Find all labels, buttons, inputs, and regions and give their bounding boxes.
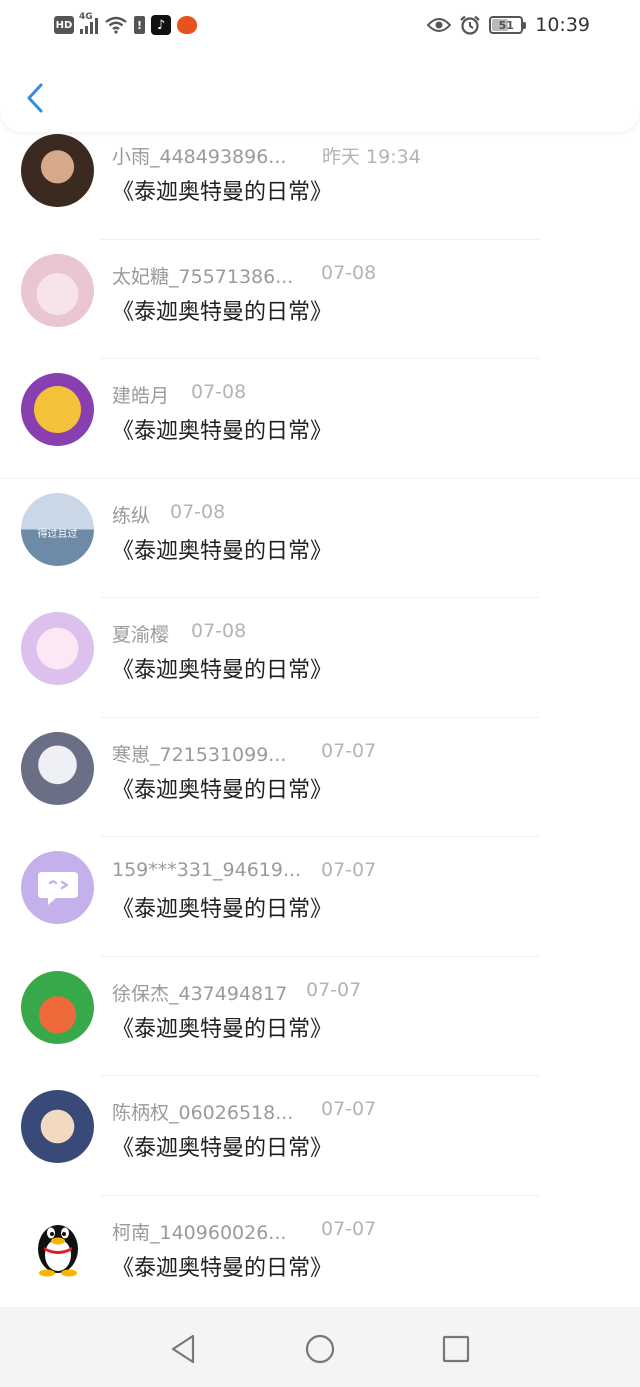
alert-icon: ! [134, 16, 145, 34]
list-item[interactable]: 柯南_140960026... 07-07 《泰迦奥特曼的日常》 [0, 1196, 640, 1316]
list-item[interactable]: 159***331_94619... 07-07 《泰迦奥特曼的日常》 [0, 837, 640, 957]
system-nav-bar [0, 1307, 640, 1387]
avatar-caption: 得过且过 [37, 528, 78, 540]
eye-icon [427, 18, 452, 32]
avatar[interactable]: 得过且过 [21, 492, 94, 566]
message-date: 07-07 [321, 1098, 377, 1120]
sender-name: 太妃糖_75571386... [112, 265, 294, 288]
message-date: 07-08 [170, 500, 226, 523]
avatar[interactable] [21, 1209, 94, 1283]
sender-name: 陈柄权_06026518... [112, 1102, 294, 1124]
status-right: 51 10:39 [427, 13, 590, 37]
cellular-signal-icon: 4G [79, 12, 98, 34]
message-title: 《泰迦奥特曼的日常》 [112, 658, 333, 683]
nav-home-button[interactable] [300, 1331, 340, 1367]
list-item[interactable]: 建皓月 07-08 《泰迦奥特曼的日常》 [0, 359, 640, 479]
message-title: 《泰迦奥特曼的日常》 [112, 1016, 333, 1042]
sender-name: 建皓月 [112, 385, 170, 407]
chat-bubble-icon [37, 871, 78, 905]
message-date: 07-08 [191, 620, 247, 642]
hd-icon: HD [54, 16, 74, 34]
battery-icon: 51 [489, 16, 527, 34]
message-date: 07-07 [321, 859, 377, 881]
message-title: 《泰迦奥特曼的日常》 [112, 777, 333, 803]
message-date: 昨天 19:34 [322, 146, 421, 168]
avatar[interactable] [21, 134, 94, 207]
sender-name: 小雨_448493896... [112, 146, 287, 168]
message-title: 《泰迦奥特曼的日常》 [112, 299, 333, 325]
alarm-icon [460, 15, 480, 35]
sender-name: 柯南_140960026... [112, 1221, 287, 1244]
sender-name: 练纵 [112, 504, 151, 527]
status-bar: HD 4G ! ♪ 51 10:39 [0, 0, 640, 52]
avatar[interactable] [21, 970, 94, 1044]
list-item[interactable]: 得过且过 练纵 07-08 《泰迦奥特曼的日常》 [0, 479, 640, 598]
message-title: 《泰迦奥特曼的日常》 [112, 419, 333, 444]
sender-name: 徐保杰_437494817 [112, 982, 288, 1005]
list-item[interactable]: 小雨_448493896... 昨天 19:34 《泰迦奥特曼的日常》 [0, 120, 640, 240]
avatar[interactable] [21, 612, 94, 685]
back-button[interactable] [20, 80, 50, 116]
clock: 10:39 [535, 14, 590, 36]
avatar[interactable] [21, 373, 94, 446]
circle-home-icon [305, 1334, 335, 1364]
sender-name: 夏渝樱 [112, 624, 170, 646]
nav-back-button[interactable] [163, 1331, 203, 1367]
list-item[interactable]: 夏渝樱 07-08 《泰迦奥特曼的日常》 [0, 598, 640, 718]
message-date: 07-07 [306, 978, 362, 1001]
message-list: 小雨_448493896... 昨天 19:34 《泰迦奥特曼的日常》 太妃糖_… [0, 120, 640, 1315]
avatar[interactable] [21, 851, 94, 924]
message-date: 07-07 [321, 739, 377, 762]
avatar[interactable] [21, 1090, 94, 1163]
message-title: 《泰迦奥特曼的日常》 [112, 538, 333, 564]
chevron-left-icon [27, 83, 43, 113]
app-notification-icon [177, 16, 197, 34]
message-title: 《泰迦奥特曼的日常》 [112, 897, 333, 922]
nav-recents-button[interactable] [436, 1331, 476, 1367]
sender-name: 寒崽_721531099... [112, 743, 287, 766]
message-date: 07-08 [321, 261, 377, 284]
wifi-icon [105, 16, 127, 34]
list-item[interactable]: 寒崽_721531099... 07-07 《泰迦奥特曼的日常》 [0, 718, 640, 837]
triangle-back-icon [171, 1334, 195, 1364]
message-title: 《泰迦奥特曼的日常》 [112, 180, 333, 205]
message-title: 《泰迦奥特曼的日常》 [112, 1136, 333, 1161]
status-left: HD 4G ! ♪ [54, 12, 197, 36]
sender-name: 159***331_94619... [112, 859, 302, 881]
avatar[interactable] [21, 253, 94, 327]
top-header: HD 4G ! ♪ 51 10:39 [0, 0, 640, 132]
message-date: 07-08 [191, 381, 247, 403]
message-date: 07-07 [321, 1217, 377, 1240]
tiktok-icon: ♪ [151, 15, 171, 35]
square-recents-icon [442, 1335, 470, 1363]
message-title: 《泰迦奥特曼的日常》 [112, 1255, 333, 1281]
list-item[interactable]: 徐保杰_437494817 07-07 《泰迦奥特曼的日常》 [0, 957, 640, 1076]
list-item[interactable]: 陈柄权_06026518... 07-07 《泰迦奥特曼的日常》 [0, 1076, 640, 1196]
list-item[interactable]: 太妃糖_75571386... 07-08 《泰迦奥特曼的日常》 [0, 240, 640, 359]
qq-penguin-icon [37, 1225, 78, 1277]
avatar[interactable] [21, 731, 94, 805]
